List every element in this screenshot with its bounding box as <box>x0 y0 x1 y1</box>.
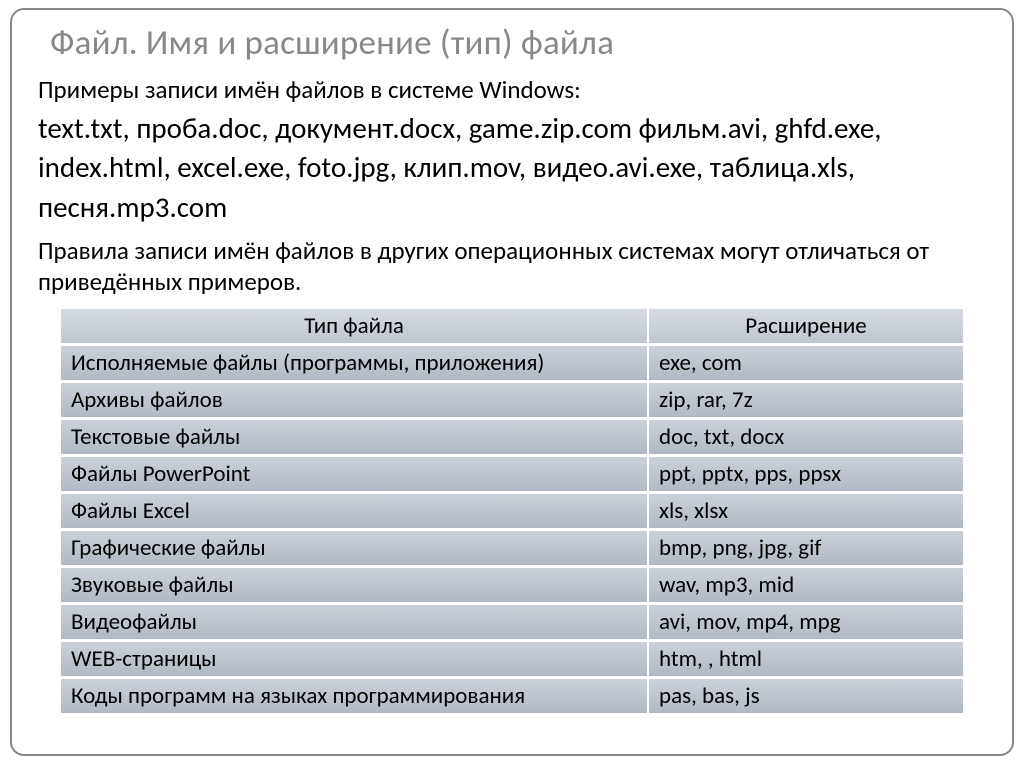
note-text: Правила записи имён файлов в других опер… <box>38 235 986 298</box>
cell-ext: ppt, pptx, pps, ppsx <box>648 456 964 492</box>
cell-type: Текстовые файлы <box>60 419 648 455</box>
table-row: Текстовые файлы doc, txt, docx <box>60 419 964 455</box>
cell-type: Архивы файлов <box>60 382 648 418</box>
table-row: Коды программ на языках программирования… <box>60 678 964 714</box>
table-row: Файлы Excel xls, xlsx <box>60 493 964 529</box>
cell-ext: exe, com <box>648 345 964 381</box>
cell-ext: doc, txt, docx <box>648 419 964 455</box>
cell-type: WEB-страницы <box>60 641 648 677</box>
table-row: Исполняемые файлы (программы, приложения… <box>60 345 964 381</box>
page-title: Файл. Имя и расширение (тип) файла <box>50 22 992 64</box>
cell-type: Звуковые файлы <box>60 567 648 603</box>
cell-ext: xls, xlsx <box>648 493 964 529</box>
extensions-table-wrap: Тип файла Расширение Исполняемые файлы (… <box>60 307 964 715</box>
cell-type: Видеофайлы <box>60 604 648 640</box>
table-row: Архивы файлов zip, rar, 7z <box>60 382 964 418</box>
table-row: Видеофайлы avi, mov, mp4, mpg <box>60 604 964 640</box>
slide-container: Файл. Имя и расширение (тип) файла Приме… <box>10 8 1014 756</box>
cell-type: Файлы Excel <box>60 493 648 529</box>
cell-ext: htm, , html <box>648 641 964 677</box>
intro-text: Примеры записи имён файлов в системе Win… <box>38 74 986 105</box>
cell-ext: avi, mov, mp4, mpg <box>648 604 964 640</box>
cell-type: Файлы PowerPoint <box>60 456 648 492</box>
cell-ext: bmp, png, jpg, gif <box>648 530 964 566</box>
table-row: WEB-страницы htm, , html <box>60 641 964 677</box>
cell-ext: pas, bas, js <box>648 678 964 714</box>
cell-type: Графические файлы <box>60 530 648 566</box>
cell-ext: wav, mp3, mid <box>648 567 964 603</box>
filename-examples: text.txt, проба.doc, документ.docx, game… <box>38 109 986 226</box>
header-extension: Расширение <box>648 308 964 344</box>
table-row: Файлы PowerPoint ppt, pptx, pps, ppsx <box>60 456 964 492</box>
header-type: Тип файла <box>60 308 648 344</box>
cell-type: Коды программ на языках программирования <box>60 678 648 714</box>
table-row: Графические файлы bmp, png, jpg, gif <box>60 530 964 566</box>
table-header-row: Тип файла Расширение <box>60 308 964 344</box>
extensions-table: Тип файла Расширение Исполняемые файлы (… <box>60 307 964 715</box>
cell-type: Исполняемые файлы (программы, приложения… <box>60 345 648 381</box>
cell-ext: zip, rar, 7z <box>648 382 964 418</box>
table-row: Звуковые файлы wav, mp3, mid <box>60 567 964 603</box>
